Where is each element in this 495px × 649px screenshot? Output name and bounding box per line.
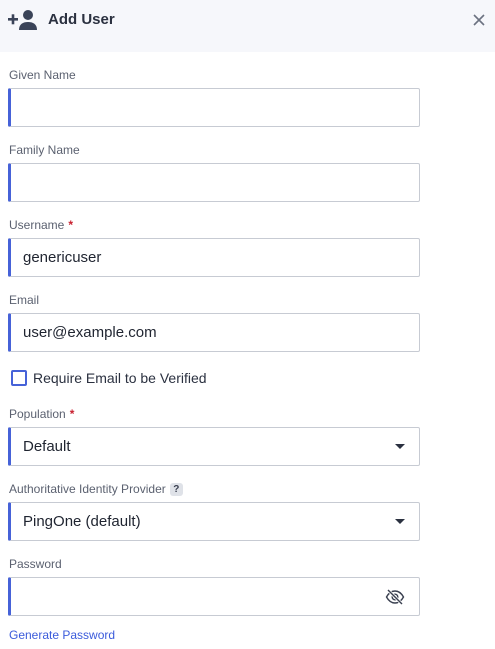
username-label-text: Username	[9, 218, 65, 232]
required-mark: *	[68, 218, 74, 232]
family-name-input[interactable]	[8, 163, 420, 202]
identity-provider-label-text: Authoritative Identity Provider	[9, 482, 166, 496]
password-label-text: Password	[9, 557, 62, 571]
population-select[interactable]: Default	[8, 427, 420, 466]
email-label-text: Email	[9, 293, 40, 307]
identity-provider-select[interactable]: PingOne (default)	[8, 502, 420, 541]
population-selected-value: Default	[23, 438, 71, 455]
chevron-down-icon	[395, 519, 405, 524]
generate-password-link[interactable]: Generate Password	[9, 628, 115, 642]
password-input[interactable]	[8, 577, 420, 616]
username-label: Username *	[9, 218, 73, 232]
given-name-input[interactable]	[8, 88, 420, 127]
username-input[interactable]	[8, 238, 420, 277]
user-add-icon	[8, 10, 37, 30]
require-email-verified-checkbox[interactable]	[11, 370, 27, 386]
family-name-label-text: Family Name	[9, 143, 80, 157]
require-email-verified-row[interactable]: Require Email to be Verified	[11, 370, 207, 386]
population-label: Population *	[9, 407, 74, 421]
required-mark: *	[69, 407, 75, 421]
identity-provider-selected-value: PingOne (default)	[23, 513, 141, 530]
population-label-text: Population	[9, 407, 66, 421]
help-icon[interactable]: ?	[169, 482, 183, 496]
given-name-label-text: Given Name	[9, 68, 76, 82]
eye-slash-icon[interactable]	[385, 589, 405, 605]
chevron-down-icon	[395, 444, 405, 449]
email-input[interactable]	[8, 313, 420, 352]
dialog-title: Add User	[48, 11, 115, 28]
family-name-label: Family Name	[9, 143, 80, 157]
identity-provider-label: Authoritative Identity Provider ?	[9, 482, 183, 496]
require-email-verified-label: Require Email to be Verified	[33, 370, 207, 386]
close-icon[interactable]	[471, 12, 487, 28]
given-name-label: Given Name	[9, 68, 76, 82]
password-label: Password	[9, 557, 62, 571]
dialog-header: Add User	[0, 0, 495, 52]
email-label: Email	[9, 293, 39, 307]
